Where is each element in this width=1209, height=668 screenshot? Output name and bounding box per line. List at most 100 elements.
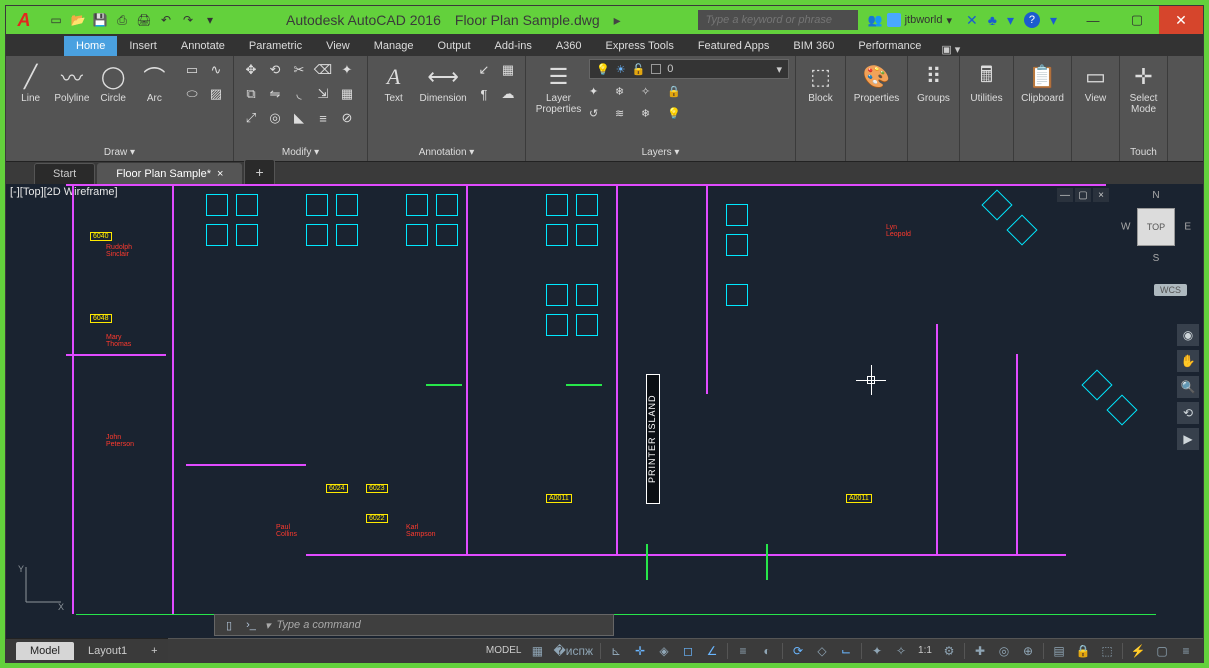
tab-model[interactable]: Model — [16, 642, 74, 660]
layer-on-icon[interactable]: 💡 — [667, 107, 691, 127]
search-input[interactable] — [698, 10, 858, 30]
plot-icon[interactable]: 🖨 — [134, 10, 154, 30]
exchange-icon[interactable]: ✕ — [966, 12, 978, 29]
redo-icon[interactable]: ↷ — [178, 10, 198, 30]
groups-button[interactable]: ⠿Groups — [914, 59, 953, 104]
isolate-icon[interactable]: ⬚ — [1096, 641, 1118, 661]
new-icon[interactable]: ▭ — [46, 10, 66, 30]
open-icon[interactable]: 📂 — [68, 10, 88, 30]
snap-icon[interactable]: �испж — [550, 641, 596, 661]
spline-icon[interactable]: ∿ — [205, 59, 227, 81]
tab-featured[interactable]: Featured Apps — [686, 36, 782, 56]
annoscale-icon[interactable]: ✦ — [866, 641, 888, 661]
dynucs-icon[interactable]: ⌙ — [835, 641, 857, 661]
panel-annotation-label[interactable]: Annotation ▾ — [374, 143, 519, 161]
panel-draw-label[interactable]: Draw ▾ — [12, 143, 227, 161]
layer-match-icon[interactable]: ≋ — [615, 107, 639, 127]
tab-performance[interactable]: Performance — [846, 36, 933, 56]
tab-layout1[interactable]: Layout1 — [74, 642, 141, 660]
block-button[interactable]: ⬚Block — [802, 59, 839, 104]
panel-touch-label[interactable]: Touch — [1126, 143, 1161, 161]
tab-parametric[interactable]: Parametric — [237, 36, 314, 56]
grid-icon[interactable]: ▦ — [526, 641, 548, 661]
clipboard-button[interactable]: 📋Clipboard — [1020, 59, 1065, 104]
iso-icon[interactable]: ◈ — [653, 641, 675, 661]
annoscale2-icon[interactable]: ✧ — [890, 641, 912, 661]
cmd-history-icon[interactable]: ▯ — [221, 617, 237, 633]
recent-icon[interactable]: ▸ — [614, 12, 621, 29]
cycling-icon[interactable]: ⟳ — [787, 641, 809, 661]
utilities-button[interactable]: 🖩Utilities — [966, 59, 1007, 104]
lockui-icon[interactable]: 🔒 — [1072, 641, 1094, 661]
dimension-button[interactable]: ⟷Dimension — [417, 59, 469, 104]
close-button[interactable]: ✕ — [1159, 6, 1203, 34]
copy-icon[interactable]: ⧉ — [240, 83, 262, 105]
help-icon[interactable]: ? — [1024, 12, 1040, 28]
undo-icon[interactable]: ↶ — [156, 10, 176, 30]
saveas-icon[interactable]: ⎙ — [112, 10, 132, 30]
layer-prev-icon[interactable]: ↺ — [589, 107, 613, 127]
tab-close-icon[interactable]: × — [217, 168, 223, 180]
tab-bim360[interactable]: BIM 360 — [781, 36, 846, 56]
circle-button[interactable]: ◯Circle — [95, 59, 132, 104]
panel-layers-label[interactable]: Layers ▾ — [532, 143, 789, 161]
mirror-icon[interactable]: ⇋ — [264, 83, 286, 105]
select-mode-button[interactable]: ✛Select Mode — [1126, 59, 1161, 115]
ellipse-icon[interactable]: ⬭ — [181, 83, 203, 105]
polar-icon[interactable]: ✛ — [629, 641, 651, 661]
rectangle-icon[interactable]: ▭ — [181, 59, 203, 81]
save-icon[interactable]: 💾 — [90, 10, 110, 30]
properties-button[interactable]: 🎨Properties — [852, 59, 901, 104]
annomonitor-icon[interactable]: ◎ — [993, 641, 1015, 661]
command-line[interactable]: ▯ ›_ ▾ Type a command — [214, 614, 614, 636]
tab-insert[interactable]: Insert — [117, 36, 169, 56]
qat-more-icon[interactable]: ▾ — [200, 10, 220, 30]
chamfer-icon[interactable]: ◣ — [288, 107, 310, 129]
tab-view[interactable]: View — [314, 36, 362, 56]
osnap-icon[interactable]: ◻ — [677, 641, 699, 661]
otrack-icon[interactable]: ∠ — [701, 641, 723, 661]
user-account[interactable]: 👥 jtbworld ▾ — [868, 13, 952, 27]
drawing-viewport[interactable]: [-][Top][2D Wireframe] — ▢ × NSEW TOP WC… — [6, 184, 1203, 638]
arc-button[interactable]: ⌒Arc — [136, 59, 173, 104]
polyline-button[interactable]: 〰Polyline — [53, 59, 90, 104]
quickprops-icon[interactable]: ▤ — [1048, 641, 1070, 661]
offset-icon[interactable]: ◎ — [264, 107, 286, 129]
explode-icon[interactable]: ✦ — [336, 59, 358, 81]
rotate-icon[interactable]: ⟲ — [264, 59, 286, 81]
layer-properties-button[interactable]: ☰Layer Properties — [532, 59, 585, 115]
line-button[interactable]: ╱Line — [12, 59, 49, 104]
units-icon[interactable]: ⊕ — [1017, 641, 1039, 661]
minimize-button[interactable]: — — [1071, 6, 1115, 34]
erase-icon[interactable]: ⌫ — [312, 59, 334, 81]
tab-add-layout[interactable]: + — [141, 642, 167, 660]
layer-freeze-icon[interactable]: ❄ — [641, 107, 665, 127]
text-button[interactable]: AText — [374, 59, 413, 104]
tab-new[interactable]: + — [244, 159, 274, 184]
tab-express[interactable]: Express Tools — [594, 36, 686, 56]
maximize-button[interactable]: ▢ — [1115, 6, 1159, 34]
tab-manage[interactable]: Manage — [362, 36, 426, 56]
leader-icon[interactable]: ↙ — [473, 59, 495, 81]
status-model[interactable]: MODEL — [483, 641, 525, 661]
status-scale[interactable]: 1:1 — [914, 641, 936, 661]
cleanscreen-icon[interactable]: ▢ — [1151, 641, 1173, 661]
align-icon[interactable]: ≡ — [312, 107, 334, 129]
table-icon[interactable]: ▦ — [497, 59, 519, 81]
layer-lock-icon[interactable]: 🔒 — [667, 85, 691, 105]
tab-a360[interactable]: A360 — [544, 36, 594, 56]
tab-document[interactable]: Floor Plan Sample*× — [97, 163, 242, 184]
mtext-icon[interactable]: ¶ — [473, 83, 495, 105]
hwaccel-icon[interactable]: ⚡ — [1127, 641, 1149, 661]
layer-state-icon[interactable]: ✦ — [589, 85, 613, 105]
customize-icon[interactable]: ≡ — [1175, 641, 1197, 661]
view-button[interactable]: ▭View — [1078, 59, 1113, 104]
tab-start[interactable]: Start — [34, 163, 95, 184]
cloud-icon[interactable]: ☁ — [497, 83, 519, 105]
a360-icon[interactable]: ♣ — [988, 12, 997, 28]
hatch-icon[interactable]: ▨ — [205, 83, 227, 105]
3dosnap-icon[interactable]: ◇ — [811, 641, 833, 661]
lineweight-icon[interactable]: ≡ — [732, 641, 754, 661]
app-logo[interactable]: A — [6, 6, 42, 34]
scale-icon[interactable]: ⤢ — [240, 107, 262, 129]
